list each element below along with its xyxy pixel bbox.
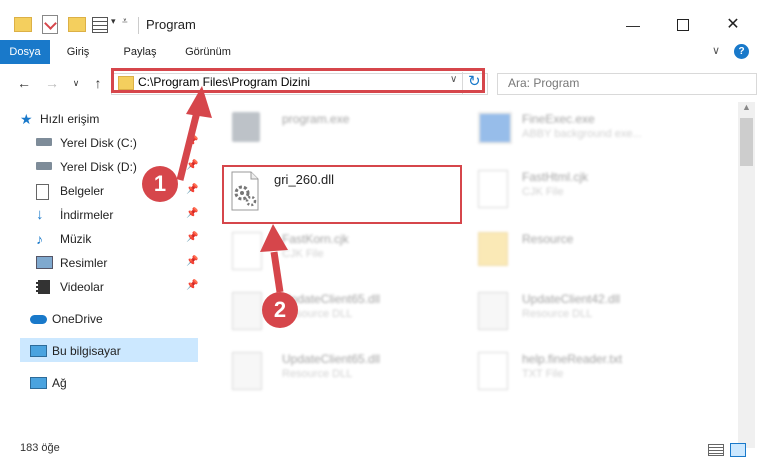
file-item[interactable]: UpdateClient65.dll Resource DLL xyxy=(232,352,452,406)
arrow-line xyxy=(176,107,202,181)
folder-icon[interactable] xyxy=(14,17,32,32)
arrow-head xyxy=(186,86,212,118)
details-view-icon[interactable] xyxy=(708,444,724,456)
view-options-icon[interactable] xyxy=(92,17,108,33)
download-icon: ↓ xyxy=(36,206,44,223)
scroll-up-icon[interactable]: ▲ xyxy=(742,102,751,112)
exe-file-icon xyxy=(478,112,512,144)
maximize-button[interactable] xyxy=(660,10,706,40)
dll-file-icon xyxy=(478,292,508,330)
recent-locations-button[interactable]: ∨ xyxy=(66,73,86,93)
file-item[interactable]: help.fineReader.txt TXT File xyxy=(478,352,718,406)
tab-giris[interactable]: Giriş xyxy=(56,40,100,64)
file-icon xyxy=(478,352,508,390)
expand-ribbon-icon[interactable]: ∨ xyxy=(712,44,720,57)
drive-icon xyxy=(36,162,52,170)
new-folder-icon[interactable] xyxy=(68,17,86,32)
close-button[interactable]: ✕ xyxy=(710,10,756,40)
forward-button[interactable]: → xyxy=(42,73,62,93)
window-title: Program xyxy=(146,17,196,32)
help-icon[interactable]: ? xyxy=(734,44,749,59)
properties-icon[interactable] xyxy=(42,15,58,34)
file-icon xyxy=(478,170,508,208)
arrow-head xyxy=(260,224,288,252)
arrow-line xyxy=(270,251,284,293)
star-icon: ★ xyxy=(20,111,33,127)
tab-dosya[interactable]: Dosya xyxy=(0,40,50,64)
ribbon-tabs: Dosya Giriş Paylaş Görünüm ∨ ? xyxy=(0,40,769,65)
music-icon: ♪ xyxy=(36,231,43,247)
cloud-icon xyxy=(30,315,47,324)
back-button[interactable]: ← xyxy=(14,73,34,93)
network-icon xyxy=(30,377,47,389)
item-count: 183 öğe xyxy=(20,442,60,454)
up-button[interactable]: ↑ xyxy=(88,73,108,93)
step-badge-2: 2 xyxy=(262,292,298,328)
tab-paylas[interactable]: Paylaş xyxy=(114,40,166,64)
step-badge-1: 1 xyxy=(142,166,178,202)
search-input[interactable]: Ara: Program xyxy=(508,76,579,90)
drive-icon xyxy=(36,138,52,146)
minimize-button[interactable]: — xyxy=(610,10,656,40)
chevron-down-icon[interactable]: ▾ xyxy=(111,16,116,27)
title-bar: ▾ ⩡ Program — ✕ xyxy=(0,0,769,40)
pictures-icon xyxy=(36,256,53,269)
separator xyxy=(138,17,139,34)
file-item[interactable]: FastHtml.cjk CJK File xyxy=(478,170,718,224)
computer-icon xyxy=(30,345,47,357)
folder-icon xyxy=(478,232,508,266)
videos-icon xyxy=(36,280,50,294)
file-item[interactable]: FineExec.exe ABBY background exe... xyxy=(478,112,718,166)
large-icons-view-icon[interactable] xyxy=(730,443,746,457)
customize-toolbar-icon[interactable]: ⩡ xyxy=(122,16,128,27)
documents-icon xyxy=(36,184,49,200)
tab-gorunum[interactable]: Görünüm xyxy=(176,40,240,64)
file-item[interactable]: UpdateClient42.dll Resource DLL xyxy=(478,292,718,346)
dll-file-icon xyxy=(232,352,262,390)
folder-item[interactable]: Resource xyxy=(478,232,718,286)
status-bar xyxy=(0,456,769,474)
scroll-thumb[interactable] xyxy=(740,118,753,166)
